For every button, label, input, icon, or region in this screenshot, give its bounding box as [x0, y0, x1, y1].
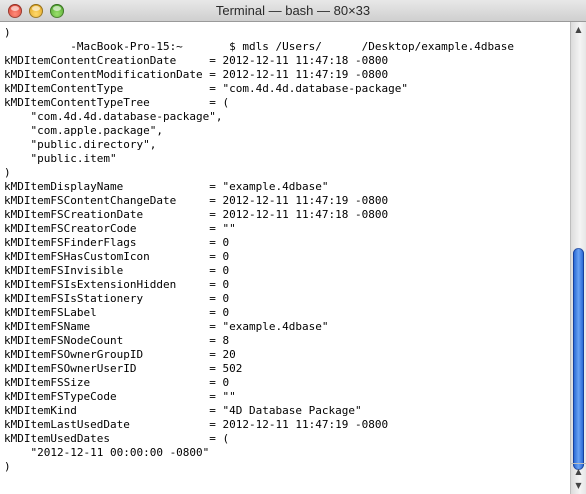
terminal-line: kMDItemFSIsStationery = 0 — [4, 292, 230, 305]
scrollbar-thumb[interactable] — [573, 248, 584, 470]
terminal-line: ) — [4, 460, 11, 473]
terminal-line: "2012-12-11 00:00:00 -0800" — [4, 446, 210, 459]
terminal-line: "com.4d.4d.database-package", — [4, 110, 223, 123]
triangle-down-icon[interactable]: ▼ — [571, 478, 586, 492]
terminal-line: kMDItemFSContentChangeDate = 2012-12-11 … — [4, 194, 389, 207]
terminal-line: kMDItemFSName = "example.4dbase" — [4, 320, 329, 333]
terminal-line: kMDItemKind = "4D Database Package" — [4, 404, 362, 417]
terminal-line: "public.item" — [4, 152, 117, 165]
terminal-line: kMDItemFSNodeCount = 8 — [4, 334, 230, 347]
terminal-line: kMDItemFSCreationDate = 2012-12-11 11:47… — [4, 208, 389, 221]
terminal-line: kMDItemUsedDates = ( — [4, 432, 230, 445]
terminal-output: ) -MacBook-Pro-15:~ $ mdls /Users/ /Desk… — [0, 22, 570, 474]
terminal-line: kMDItemContentCreationDate = 2012-12-11 … — [4, 54, 389, 67]
terminal-line: kMDItemFSHasCustomIcon = 0 — [4, 250, 230, 263]
terminal-line: "com.apple.package", — [4, 124, 163, 137]
scroll-up-top-icon[interactable]: ▲ — [571, 22, 586, 36]
terminal-line: "public.directory", — [4, 138, 157, 151]
title-bar[interactable]: Terminal — bash — 80×33 — [0, 0, 586, 22]
terminal-line: kMDItemFSLabel = 0 — [4, 306, 230, 319]
triangle-up-icon[interactable]: ▲ — [571, 464, 586, 478]
terminal-line: kMDItemFSTypeCode = "" — [4, 390, 236, 403]
terminal-window: Terminal — bash — 80×33 ) -MacBook-Pro-1… — [0, 0, 586, 494]
terminal-line: kMDItemLastUsedDate = 2012-12-11 11:47:1… — [4, 418, 389, 431]
terminal-line: kMDItemFSInvisible = 0 — [4, 264, 230, 277]
terminal-line: kMDItemContentTypeTree = ( — [4, 96, 230, 109]
vertical-scrollbar[interactable]: ▲ ▲ ▼ — [570, 22, 586, 494]
terminal-line: kMDItemDisplayName = "example.4dbase" — [4, 180, 329, 193]
terminal-line: kMDItemFSFinderFlags = 0 — [4, 236, 230, 249]
terminal-line: kMDItemFSIsExtensionHidden = 0 — [4, 278, 230, 291]
terminal-content[interactable]: ) -MacBook-Pro-15:~ $ mdls /Users/ /Desk… — [0, 22, 570, 494]
terminal-line: kMDItemFSOwnerGroupID = 20 — [4, 348, 236, 361]
terminal-line: ) — [4, 26, 11, 39]
terminal-line: kMDItemContentType = "com.4d.4d.database… — [4, 82, 408, 95]
terminal-line: kMDItemFSOwnerUserID = 502 — [4, 362, 243, 375]
window-title: Terminal — bash — 80×33 — [215, 3, 371, 18]
terminal-line: -MacBook-Pro-15:~ $ mdls /Users/ /Deskto… — [4, 40, 514, 53]
terminal-line: kMDItemContentModificationDate = 2012-12… — [4, 68, 389, 81]
terminal-line: ) — [4, 166, 11, 179]
terminal-line: kMDItemFSSize = 0 — [4, 376, 230, 389]
scroll-arrows: ▲ ▼ — [571, 463, 586, 494]
terminal-line: kMDItemFSCreatorCode = "" — [4, 222, 236, 235]
